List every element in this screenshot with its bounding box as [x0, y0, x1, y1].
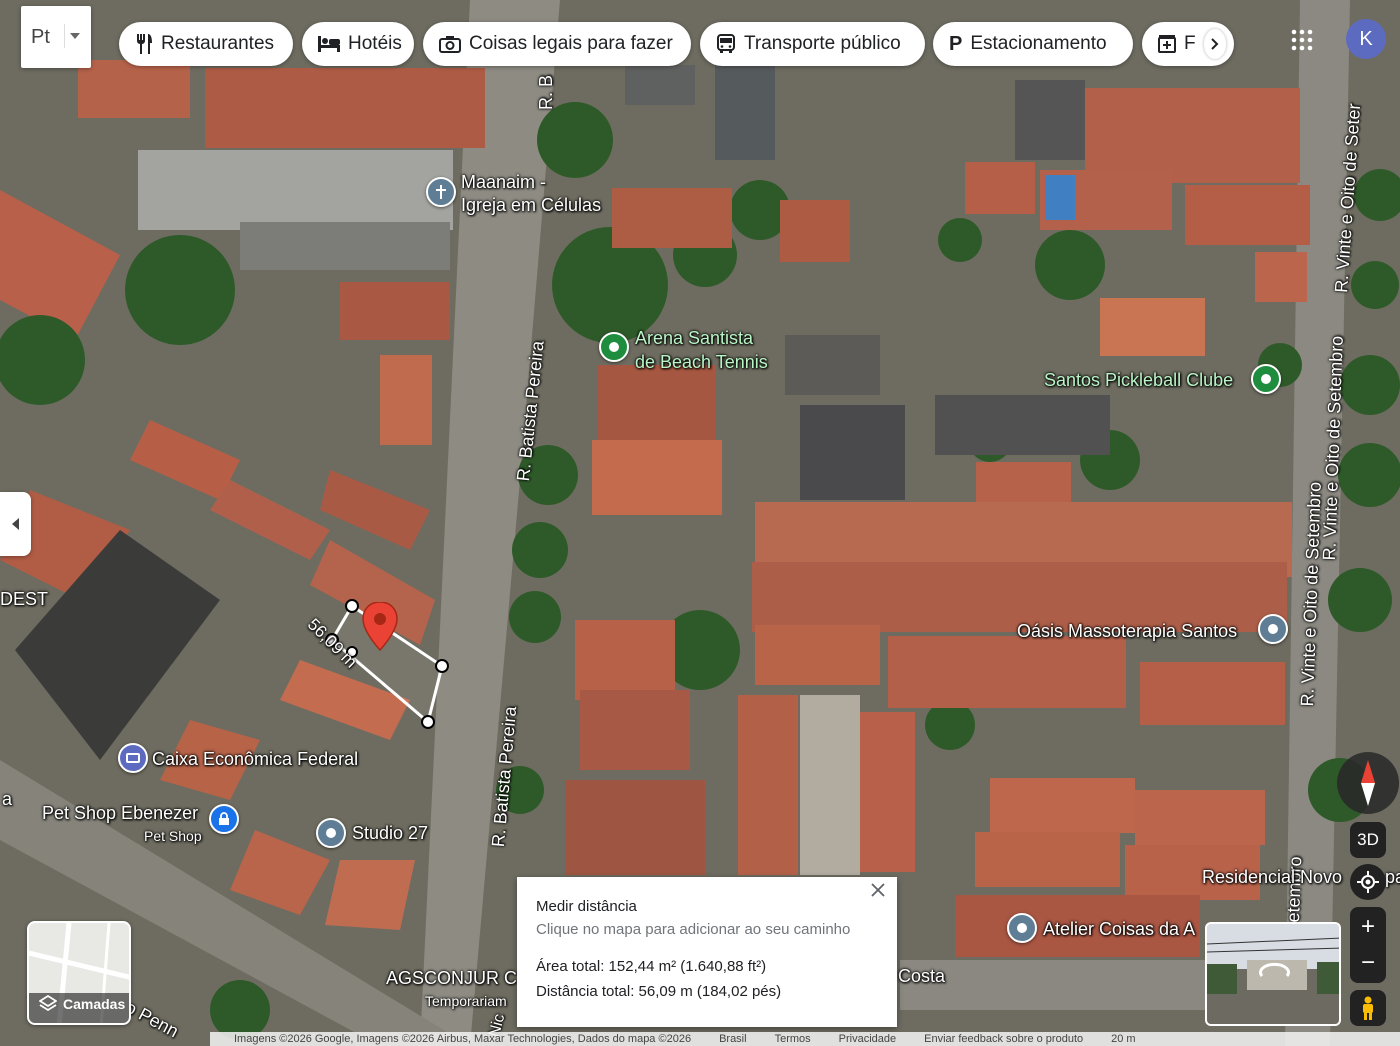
bank-pin-icon[interactable]: [118, 743, 148, 773]
place-label[interactable]: Atelier Coisas da A: [1043, 918, 1195, 940]
measure-distance-card: Medir distância Clique no mapa para adic…: [517, 877, 897, 1027]
zoom-controls: + −: [1350, 907, 1386, 983]
category-hotels[interactable]: Hotéis: [302, 22, 414, 66]
category-label: F: [1184, 33, 1196, 54]
street-view-thumbnail[interactable]: [1205, 922, 1341, 1026]
street-label: DEST: [0, 589, 49, 609]
collapse-panel-button[interactable]: [0, 492, 31, 556]
sports-pin-icon[interactable]: [1251, 364, 1281, 394]
category-label: Estacionamento: [970, 33, 1107, 54]
place-label[interactable]: Studio 27: [352, 822, 428, 844]
category-parking[interactable]: P Estacionamento: [933, 22, 1133, 66]
place-label[interactable]: Maanaim -: [461, 171, 546, 193]
place-sublabel: Temporariam: [425, 993, 507, 1009]
place-label[interactable]: de Beach Tennis: [635, 351, 768, 373]
camera-icon: [439, 36, 461, 53]
place-label[interactable]: Santos Pickleball Clube: [1044, 369, 1233, 391]
3d-label: 3D: [1357, 830, 1379, 849]
account-avatar[interactable]: K: [1346, 19, 1386, 59]
church-pin-icon[interactable]: [426, 177, 456, 207]
place-label[interactable]: Pet Shop Ebenezer: [42, 802, 198, 824]
layers-label: Camadas: [63, 996, 126, 1012]
chevron-right-icon[interactable]: [1203, 29, 1226, 59]
search-box[interactable]: Pt: [21, 6, 91, 68]
pharmacy-icon: [1158, 35, 1176, 53]
street-label: R. B: [536, 74, 556, 110]
bed-icon: [318, 36, 340, 52]
scale-bar[interactable]: 20 m: [1111, 1033, 1135, 1045]
shopping-pin-icon[interactable]: [209, 804, 239, 834]
fork-knife-icon: [137, 34, 152, 54]
terms-link[interactable]: Termos: [775, 1033, 811, 1045]
feedback-link[interactable]: Enviar feedback sobre o produto: [924, 1033, 1083, 1045]
category-things-to-do[interactable]: Coisas legais para fazer: [423, 22, 691, 66]
3d-toggle-button[interactable]: 3D: [1350, 822, 1386, 858]
pegman-button[interactable]: [1350, 990, 1386, 1026]
parking-icon: P: [949, 32, 963, 55]
place-label[interactable]: Caixa Econômica Federal: [152, 748, 358, 770]
my-location-button[interactable]: [1350, 864, 1386, 900]
layers-icon: [39, 995, 57, 1012]
chevron-left-icon: [11, 518, 19, 530]
category-label: Restaurantes: [161, 33, 275, 54]
street-label: Costa: [898, 966, 946, 986]
place-sublabel: Pet Shop: [144, 828, 202, 844]
category-pharmacy[interactable]: F: [1142, 22, 1234, 66]
zoom-in-button[interactable]: +: [1361, 909, 1375, 945]
compass-icon[interactable]: [1337, 752, 1399, 814]
place-label[interactable]: Residencial Novo: [1202, 866, 1342, 888]
category-label: Hotéis: [348, 33, 402, 54]
measure-title: Medir distância: [536, 898, 637, 915]
avatar-initial: K: [1359, 27, 1373, 50]
bus-icon: [717, 34, 735, 53]
location-pin-icon[interactable]: [362, 601, 398, 652]
category-label: Coisas legais para fazer: [469, 33, 673, 54]
measure-hint: Clique no mapa para adicionar ao seu cam…: [536, 921, 851, 938]
place-label[interactable]: Igreja em Células: [461, 194, 601, 216]
place-label[interactable]: Arena Santista: [635, 327, 753, 349]
place-pin-icon[interactable]: [1258, 614, 1288, 644]
close-icon[interactable]: [871, 883, 889, 901]
place-label[interactable]: Oásis Massoterapia Santos: [1017, 620, 1237, 642]
pegman-icon: [1363, 996, 1373, 1020]
place-pin-icon[interactable]: [316, 818, 346, 848]
place-label[interactable]: AGSCONJUR C: [386, 967, 517, 989]
chevron-down-icon[interactable]: [64, 24, 85, 48]
attribution-bar: Imagens ©2026 Google, Imagens ©2026 Airb…: [210, 1032, 1400, 1046]
place-label[interactable]: pa: [1385, 866, 1400, 888]
zoom-out-button[interactable]: −: [1361, 945, 1375, 981]
measure-area: Área total: 152,44 m² (1.640,88 ft²): [536, 958, 767, 975]
category-label: Transporte público: [744, 33, 901, 54]
category-transit[interactable]: Transporte público: [700, 22, 925, 66]
category-restaurants[interactable]: Restaurantes: [119, 22, 293, 66]
crosshair-icon: [1357, 871, 1379, 893]
street-label: a: [2, 789, 13, 809]
layers-button[interactable]: Camadas: [27, 921, 131, 1025]
place-pin-icon[interactable]: [1007, 913, 1037, 943]
country-link[interactable]: Brasil: [719, 1033, 747, 1045]
privacy-link[interactable]: Privacidade: [839, 1033, 896, 1045]
apps-grid-icon[interactable]: [1290, 28, 1314, 52]
attribution-text: Imagens ©2026 Google, Imagens ©2026 Airb…: [234, 1033, 692, 1045]
sports-pin-icon[interactable]: [599, 332, 629, 362]
search-input[interactable]: Pt: [31, 26, 50, 49]
measure-distance: Distância total: 56,09 m (184,02 pés): [536, 983, 782, 1000]
